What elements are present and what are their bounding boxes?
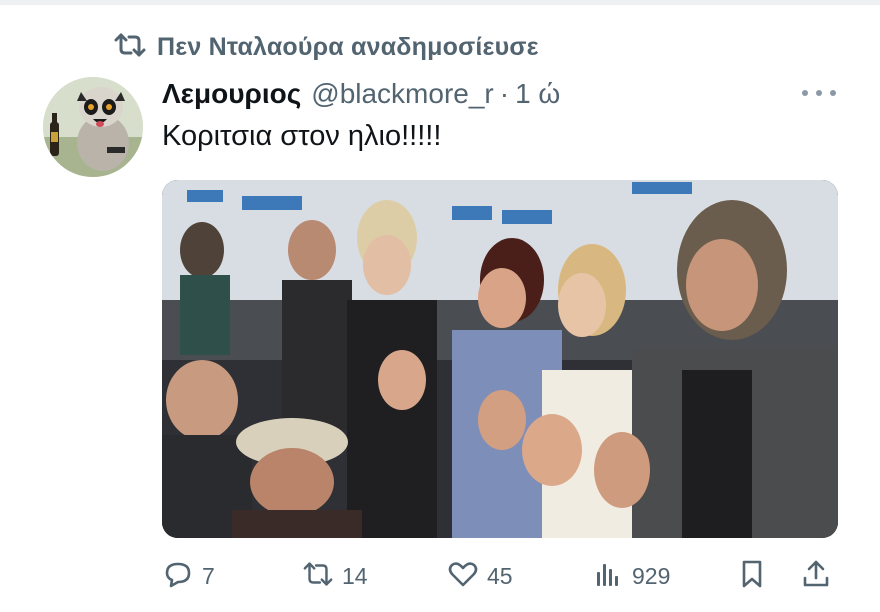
- retweet-icon: [302, 558, 334, 595]
- top-divider: [0, 0, 880, 5]
- tweet-actions: 7 14 45 929: [162, 556, 838, 596]
- heart-icon: [447, 558, 479, 595]
- bookmark-icon: [736, 558, 768, 595]
- reply-count: 7: [202, 562, 215, 589]
- separator-dot: ·: [499, 78, 510, 109]
- retweet-button[interactable]: 14: [302, 556, 368, 596]
- retweet-icon: [113, 32, 147, 63]
- tweet-photo[interactable]: [162, 180, 838, 538]
- like-button[interactable]: 45: [447, 556, 513, 596]
- more-options-icon[interactable]: [802, 84, 836, 102]
- views-count: 929: [632, 562, 671, 589]
- share-button[interactable]: [800, 556, 832, 596]
- tweet-text: Κοριτσια στον ηλιο!!!!!: [162, 120, 442, 152]
- retweet-count: 14: [342, 562, 368, 589]
- user-handle[interactable]: @blackmore_r: [311, 78, 493, 110]
- avatar[interactable]: [43, 77, 143, 177]
- views-icon: [592, 558, 624, 595]
- share-icon: [800, 558, 832, 595]
- views-button[interactable]: 929: [592, 556, 670, 596]
- bookmark-button[interactable]: [736, 556, 768, 596]
- reply-icon: [162, 558, 194, 595]
- display-name[interactable]: Λεμουριος: [162, 78, 301, 110]
- tweet-header: Λεμουριος @blackmore_r · 1 ώ: [162, 76, 560, 112]
- like-count: 45: [487, 562, 513, 589]
- retweet-label: Πεν Νταλαούρα αναδημοσίευσε: [157, 32, 539, 61]
- reply-button[interactable]: 7: [162, 556, 215, 596]
- timestamp[interactable]: 1 ώ: [515, 78, 560, 110]
- retweet-context[interactable]: Πεν Νταλαούρα αναδημοσίευσε: [113, 32, 539, 62]
